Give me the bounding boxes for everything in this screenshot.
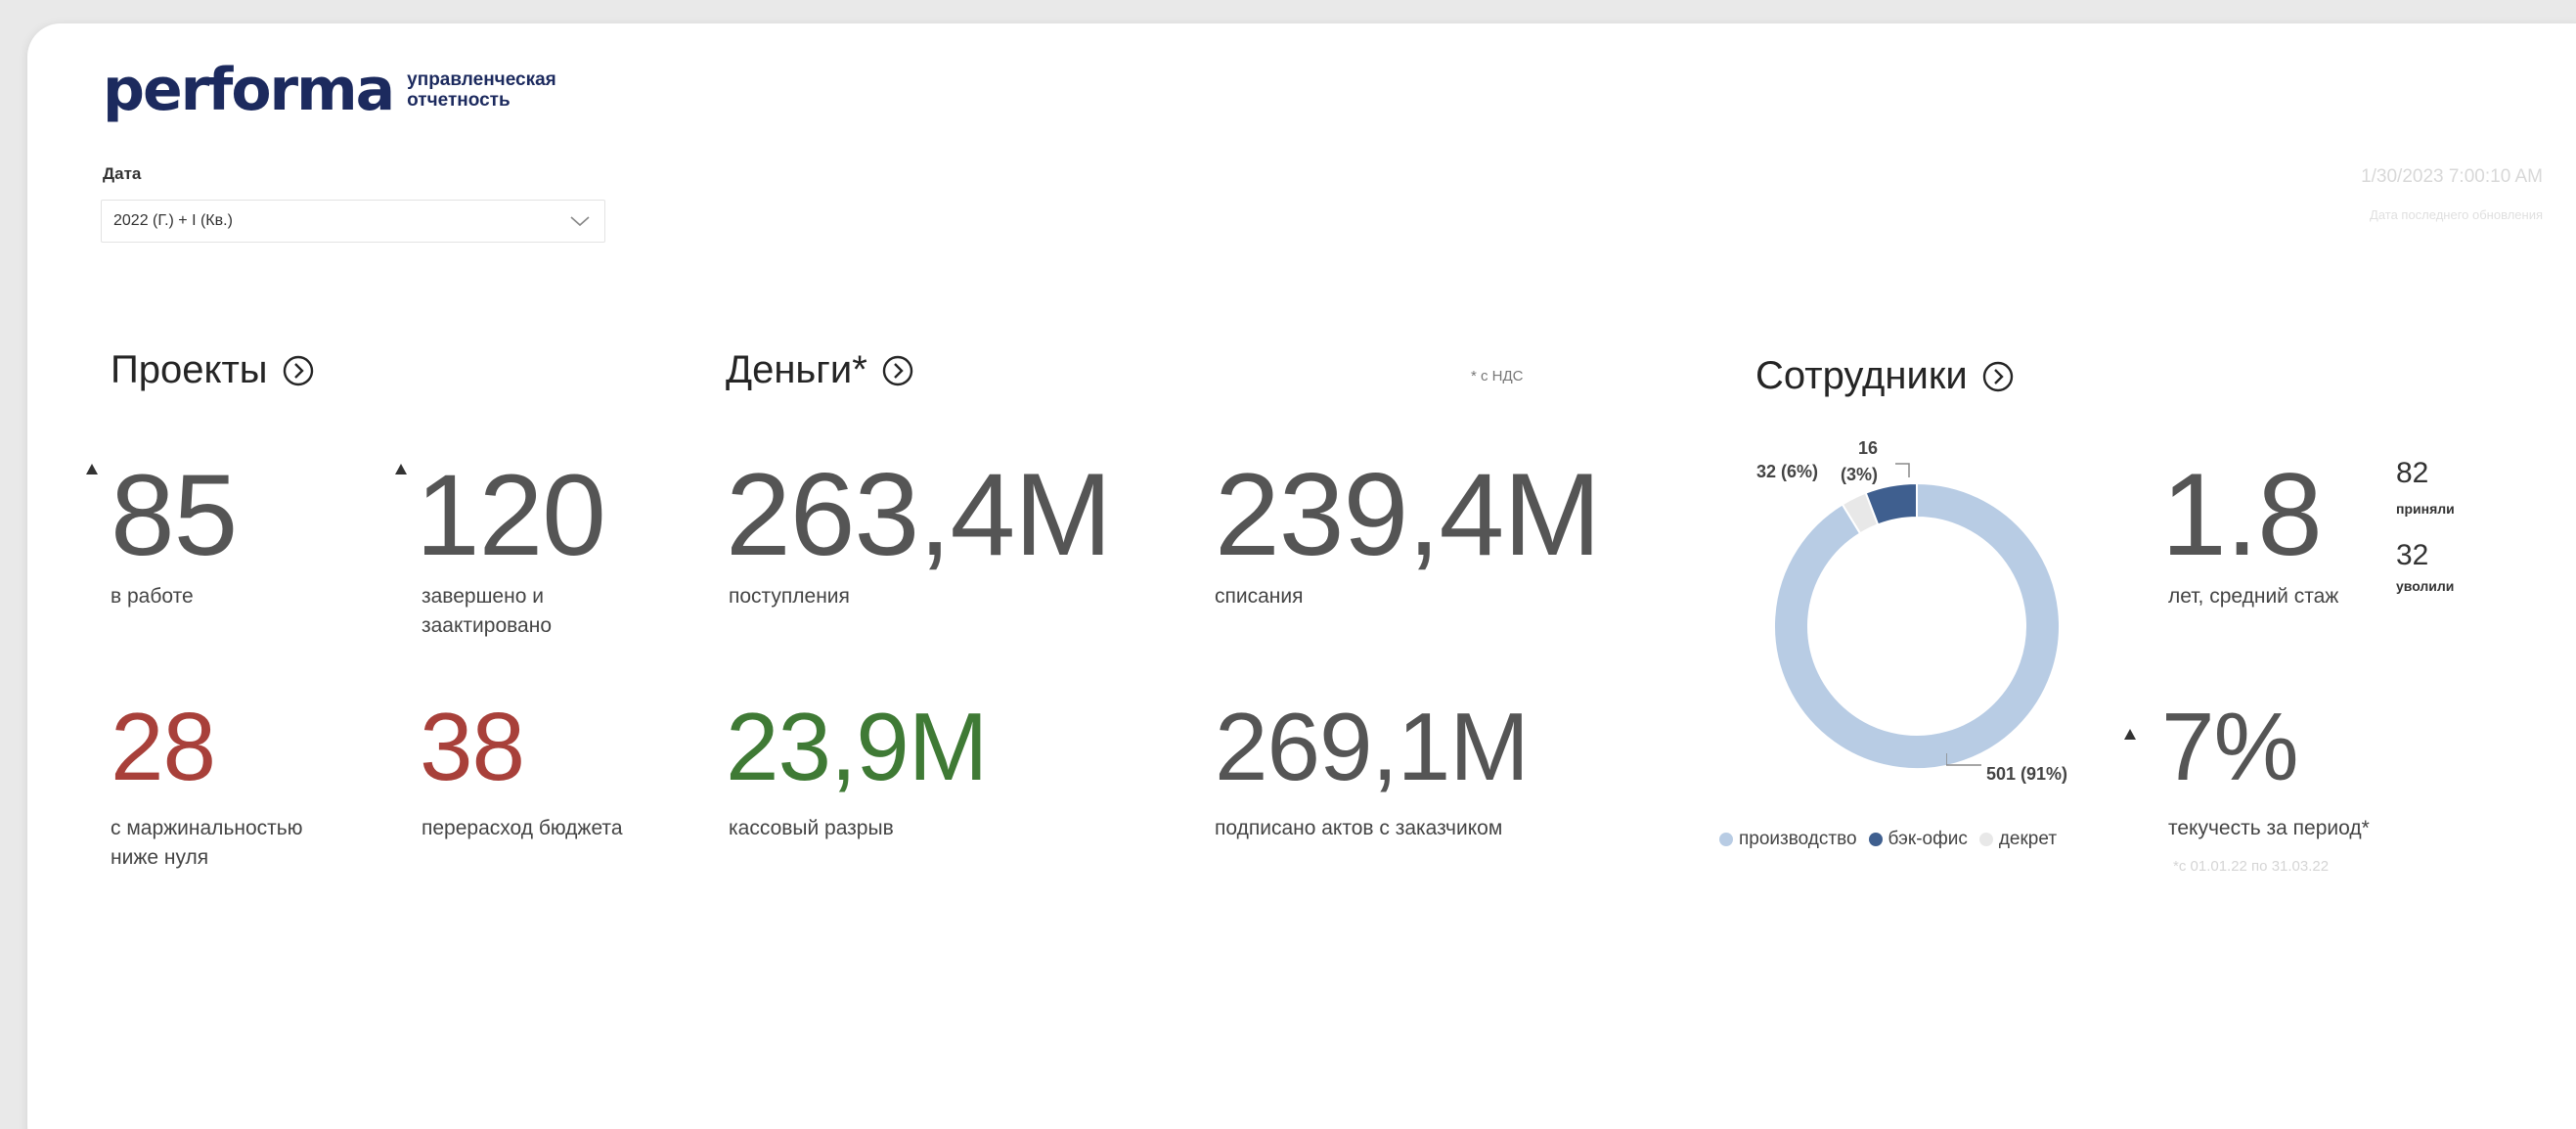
last-refresh-time: 1/30/2023 7:00:10 AM <box>2361 166 2543 187</box>
employees-fired-value: 32 <box>2396 539 2429 571</box>
money-section-title[interactable]: Деньги* <box>726 348 914 392</box>
money-acts-label: подписано актов с заказчиком <box>1215 817 1503 839</box>
money-income-label: поступления <box>729 585 850 608</box>
logo-subtitle: управленческая отчетность <box>407 69 556 111</box>
money-expense-value: 239,4M <box>1215 449 1601 580</box>
leader-line-production <box>1946 753 1981 766</box>
legend-item-maternity[interactable]: декрет <box>1978 829 2057 850</box>
legend-item-backoffice[interactable]: бэк-офис <box>1868 829 1968 850</box>
date-filter-value: 2022 (Г.) + I (Кв.) <box>113 212 233 229</box>
arrow-circle-icon[interactable] <box>282 354 315 387</box>
legend-item-production[interactable]: производство <box>1719 829 1857 850</box>
date-filter-dropdown[interactable]: 2022 (Г.) + I (Кв.) <box>101 200 605 243</box>
donut-legend: производство бэк-офис декрет <box>1719 829 2057 850</box>
trend-up-icon <box>395 464 407 474</box>
projects-overbudget-label: перерасход бюджета <box>422 817 623 839</box>
projects-overbudget-value: 38 <box>420 693 525 800</box>
leader-line-maternity <box>1895 463 1910 477</box>
donut-label-production: 501 (91%) <box>1986 764 2068 784</box>
employees-tenure-label: лет, средний стаж <box>2168 585 2339 608</box>
turnover-period-note: *с 01.01.22 по 31.03.22 <box>2173 858 2330 875</box>
employees-hired-value: 82 <box>2396 457 2429 489</box>
logo-wordmark: performa <box>103 56 395 124</box>
last-refresh-note: Дата последнего обновления <box>2370 207 2543 222</box>
projects-in-work-label: в работе <box>111 585 194 608</box>
donut-label-maternity-pct: (3%) <box>1841 465 1879 484</box>
money-cash-gap-label: кассовый разрыв <box>729 817 894 839</box>
employees-donut-chart[interactable] <box>1760 470 2073 783</box>
logo: performa управленческая отчетность <box>103 61 556 119</box>
arrow-circle-icon[interactable] <box>1981 360 2015 393</box>
money-acts-value: 269,1M <box>1215 693 1530 800</box>
projects-section-title[interactable]: Проекты <box>111 348 315 392</box>
employees-hired-label: приняли <box>2396 501 2455 517</box>
trend-up-icon <box>86 464 98 474</box>
employees-section-title[interactable]: Сотрудники <box>1755 354 2015 398</box>
donut-label-backoffice: 32 (6%) <box>1756 462 1819 481</box>
projects-completed-value: 120 <box>416 451 606 580</box>
money-income-value: 263,4M <box>726 449 1112 580</box>
donut-label-maternity-value: 16 <box>1858 438 1879 458</box>
arrow-circle-icon[interactable] <box>881 354 914 387</box>
projects-negative-margin-label: с маржинальностью ниже нуля <box>111 817 303 869</box>
donut-slice-production[interactable] <box>1773 481 2061 770</box>
projects-in-work-value: 85 <box>111 451 238 580</box>
employees-turnover-label: текучесть за период* <box>2168 817 2370 839</box>
employees-turnover-value: 7% <box>2161 693 2299 800</box>
money-expense-label: списания <box>1215 585 1304 608</box>
trend-up-icon <box>2124 729 2136 740</box>
vat-note: * с НДС <box>1471 368 1524 384</box>
legend-dot-icon <box>1719 833 1733 846</box>
date-filter-label: Дата <box>103 164 142 183</box>
projects-completed-label: завершено и заактировано <box>422 585 552 637</box>
money-cash-gap-value: 23,9M <box>726 693 988 800</box>
chevron-down-icon <box>570 216 590 227</box>
employees-tenure-value: 1.8 <box>2161 449 2323 580</box>
legend-dot-icon <box>1868 833 1883 846</box>
employees-fired-label: уволили <box>2396 578 2455 594</box>
legend-dot-icon <box>1978 833 1993 846</box>
projects-negative-margin-value: 28 <box>111 693 216 800</box>
